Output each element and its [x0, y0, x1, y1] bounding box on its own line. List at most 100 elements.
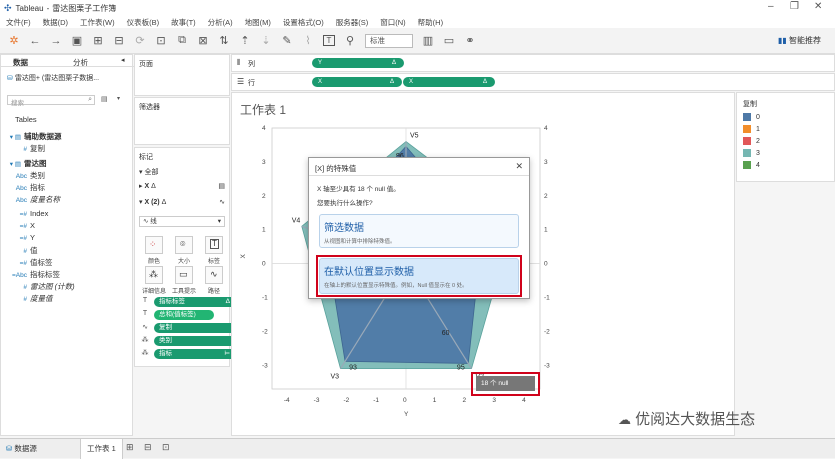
dialog-close-icon[interactable]: ✕ [515, 161, 523, 172]
columns-shelf[interactable]: ⦀ 列 YΔ [231, 54, 835, 72]
menu-format[interactable]: 设置格式(O) [283, 17, 324, 28]
tab-data[interactable]: 数据 [13, 57, 28, 68]
rows-pill-x2[interactable]: XΔ [403, 77, 495, 87]
field-item[interactable]: =# X [11, 221, 35, 230]
save-icon[interactable]: ▣ [71, 34, 83, 47]
mark-pill-indicator[interactable]: 指标 ⊨ [154, 349, 236, 359]
legend-item[interactable]: 1 [743, 125, 760, 133]
duplicate-icon[interactable]: ⧉ [176, 34, 188, 47]
tab-sheet1[interactable]: 工作表 1 [80, 439, 123, 459]
tooltip-icon: ▭ [179, 269, 188, 279]
chart-type-icon[interactable]: ⊡ [155, 34, 167, 47]
mark-type-select[interactable]: ∿ 线 ▾ [139, 216, 225, 227]
tooltip-button[interactable]: ▭ [175, 266, 193, 284]
maximize-icon[interactable]: ❐ [790, 1, 799, 12]
swap-icon[interactable]: ⇅ [218, 34, 230, 47]
legend-item[interactable]: 3 [743, 149, 760, 157]
show-cards-icon[interactable]: ▥ [422, 34, 434, 47]
field-type-icon: # [23, 146, 27, 153]
field-item[interactable]: =# 值标签 [11, 257, 53, 268]
menu-worksheet[interactable]: 工作表(W) [80, 17, 115, 28]
legend-item[interactable]: 0 [743, 113, 760, 121]
new-dashboard-tab-icon[interactable]: ⊟ [144, 442, 152, 453]
pin-icon[interactable]: ⚲ [344, 34, 356, 47]
redo-icon[interactable]: → [50, 35, 62, 47]
field-item[interactable]: =# Y [11, 233, 35, 242]
tableau-home-icon[interactable]: ✲ [8, 34, 20, 47]
share-icon[interactable]: ⚭ [464, 34, 476, 47]
mark-pill-copy[interactable]: 复制 [154, 323, 236, 333]
columns-pill-y[interactable]: YΔ [312, 58, 404, 68]
field-item[interactable]: ▾ ▤ 雷达图 [5, 158, 47, 169]
pages-shelf[interactable]: 页面 [134, 54, 230, 96]
field-item[interactable]: ▾ ▤ 辅助数据源 [5, 131, 62, 142]
field-item[interactable]: # 复制 [11, 143, 45, 154]
field-item[interactable]: Abc 类别 [11, 170, 45, 181]
field-item[interactable]: =Abc 指标标签 [11, 269, 60, 280]
close-icon[interactable]: ✕ [814, 1, 822, 12]
datasource-item[interactable]: ⛁ 雷达图+ (雷达图栗子数据... [7, 73, 99, 83]
sort-asc-icon[interactable]: ⇡ [239, 34, 251, 47]
tab-analysis[interactable]: 分析 [73, 57, 88, 68]
new-datasource-icon[interactable]: ⊞ [92, 34, 104, 47]
show-labels-icon[interactable]: T [323, 35, 335, 46]
filters-shelf[interactable]: 筛选器 [134, 97, 230, 145]
field-item[interactable]: =# Index [11, 209, 49, 218]
field-item[interactable]: Abc 指标 [11, 182, 45, 193]
marks-all-row[interactable]: ▾ 全部 [139, 167, 158, 177]
undo-icon[interactable]: ← [29, 35, 41, 47]
view-size-select[interactable]: 标准 [365, 33, 413, 48]
null-highlight-box [471, 372, 540, 396]
mark-pill-indicator-label[interactable]: 指标标签 Δ [154, 297, 236, 307]
new-sheet-tab-icon[interactable]: ⊞ [126, 442, 134, 453]
refresh-icon[interactable]: ⟳ [134, 34, 146, 47]
minimize-icon[interactable]: – [768, 1, 774, 12]
field-item[interactable]: # 值 [11, 245, 37, 256]
view-toggle-icon[interactable]: ▤ [101, 95, 108, 103]
color-button[interactable]: ⁘ [145, 236, 163, 254]
pill-label: 指标 [159, 350, 172, 357]
more-options-icon[interactable]: ▾ [117, 95, 120, 102]
marks-card: 标记 ▾ 全部 ▸ X Δ ▤ ▾ X (2) Δ ∿ ∿ 线 ▾ ⁘ 颜色 ⌾… [134, 147, 236, 367]
menu-dashboard[interactable]: 仪表板(B) [127, 17, 160, 28]
x-axis-title: Y [404, 411, 409, 418]
field-item[interactable]: # 度量值 [11, 293, 52, 304]
menu-story[interactable]: 故事(T) [171, 17, 196, 28]
x-tick-label: -1 [373, 397, 379, 404]
marks-x-row[interactable]: ▸ X Δ ▤ [139, 182, 225, 190]
highlight-icon[interactable]: ✎ [281, 34, 293, 47]
y-tick-label: 4 [262, 125, 266, 132]
menu-analysis[interactable]: 分析(A) [208, 17, 233, 28]
y-tick-label: 2 [262, 193, 266, 200]
search-field[interactable]: 搜索 ⌕ [7, 95, 95, 107]
clear-sheet-icon[interactable]: ⊠ [197, 34, 209, 47]
sort-desc-icon[interactable]: ⇣ [260, 34, 272, 47]
filter-data-option[interactable]: 筛选数据 从视图和计算中排除特殊值。 [319, 214, 519, 248]
new-sheet-icon[interactable]: ⊟ [113, 34, 125, 47]
smart-recommend-button[interactable]: ▮▮ 智能推荐 [778, 35, 821, 46]
size-button[interactable]: ⌾ [175, 236, 193, 254]
mark-pill-value-label[interactable]: 总和(值标签) [154, 310, 214, 320]
new-story-tab-icon[interactable]: ⊡ [162, 442, 170, 453]
presentation-icon[interactable]: ▭ [443, 34, 455, 47]
menu-window[interactable]: 窗口(N) [380, 17, 405, 28]
group-icon[interactable]: ⌇ [302, 34, 314, 47]
marks-x2-row[interactable]: ▾ X (2) Δ ∿ [139, 198, 225, 206]
menu-map[interactable]: 地图(M) [245, 17, 271, 28]
menu-file[interactable]: 文件(F) [6, 17, 31, 28]
field-item[interactable]: # 雷达图 (计数) [11, 281, 74, 292]
mark-pill-category[interactable]: 类别 [154, 336, 236, 346]
rows-pill-x1[interactable]: XΔ [312, 77, 402, 87]
collapse-icon[interactable]: ◂ [121, 56, 125, 64]
menu-data[interactable]: 数据(D) [43, 17, 68, 28]
legend-item[interactable]: 2 [743, 137, 760, 145]
path-button[interactable]: ∿ [205, 266, 223, 284]
rows-shelf[interactable]: ☰ 行 XΔ XΔ [231, 73, 835, 91]
menu-help[interactable]: 帮助(H) [418, 17, 443, 28]
field-item[interactable]: Abc 度量名称 [11, 194, 60, 205]
menu-server[interactable]: 服务器(S) [336, 17, 369, 28]
detail-button[interactable]: ⁂ [145, 266, 163, 284]
legend-item[interactable]: 4 [743, 161, 760, 169]
tab-datasource[interactable]: ⛁ 数据源 [6, 443, 37, 454]
label-button[interactable]: T [205, 236, 223, 254]
